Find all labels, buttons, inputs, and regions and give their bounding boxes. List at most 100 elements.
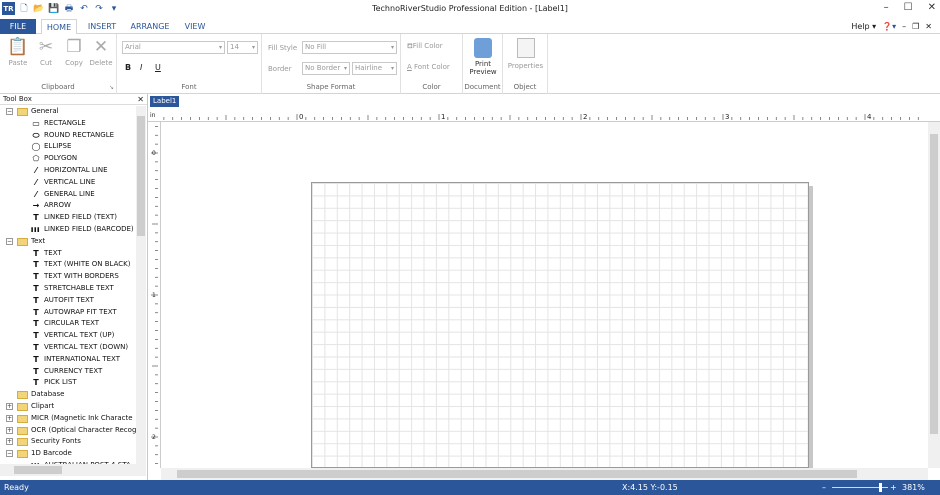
- italic-button[interactable]: I: [140, 63, 142, 72]
- toolbox-vertical-scrollbar[interactable]: [136, 106, 146, 464]
- toolbox-close-icon[interactable]: ✕: [137, 94, 144, 105]
- canvas-vertical-scrollbar[interactable]: [928, 122, 940, 468]
- dialog-launcher-icon[interactable]: ↘: [109, 84, 114, 91]
- tree-item[interactable]: T TEXT: [0, 248, 136, 260]
- collapse-icon[interactable]: −: [6, 450, 13, 458]
- tab-arrange[interactable]: ARRANGE: [126, 19, 174, 34]
- tree-item[interactable]: ⁄ VERTICAL LINE: [0, 177, 136, 189]
- zoom-slider[interactable]: [832, 483, 888, 492]
- properties-button[interactable]: Properties: [505, 38, 546, 70]
- expand-icon[interactable]: +: [6, 414, 13, 422]
- restore-icon[interactable]: ❐: [912, 22, 919, 31]
- tree-folder[interactable]: Database: [0, 389, 136, 401]
- bold-button[interactable]: B: [125, 63, 131, 72]
- collapse-icon[interactable]: −: [6, 237, 13, 245]
- tool-icon: T: [33, 213, 39, 223]
- tree-item[interactable]: T TEXT (WHITE ON BLACK): [0, 259, 136, 271]
- help-menu[interactable]: Help ▾: [851, 22, 876, 31]
- tree-item[interactable]: T LINKED FIELD (TEXT): [0, 212, 136, 224]
- tool-icon: T: [33, 295, 39, 305]
- tree-folder[interactable]: + OCR (Optical Character Recog: [0, 425, 136, 437]
- cut-button[interactable]: ✂ Cut: [33, 37, 59, 67]
- tree-item[interactable]: → ARROW: [0, 200, 136, 212]
- tree-item[interactable]: ◯ ELLIPSE: [0, 141, 136, 153]
- document-tab[interactable]: Label1: [150, 96, 180, 107]
- scroll-thumb[interactable]: [930, 134, 938, 434]
- print-preview-button[interactable]: Print Preview: [465, 38, 501, 76]
- label-paper[interactable]: [311, 182, 809, 468]
- tree-folder[interactable]: − Text: [0, 236, 136, 248]
- fill-style-combo[interactable]: No Fill ▾: [302, 41, 397, 54]
- tree-folder[interactable]: + Clipart: [0, 401, 136, 413]
- expand-icon[interactable]: +: [6, 426, 13, 434]
- maximize-icon[interactable]: ☐: [904, 2, 913, 13]
- zoom-in-icon[interactable]: +: [890, 483, 897, 492]
- canvas-horizontal-scrollbar[interactable]: [161, 468, 928, 480]
- tree-label: Security Fonts: [31, 437, 81, 446]
- scroll-thumb[interactable]: [177, 470, 857, 478]
- scroll-thumb[interactable]: [14, 466, 62, 474]
- font-color-button[interactable]: A Font Color: [407, 63, 450, 71]
- ribbon: 📋 Paste ✂ Cut ❐ Copy ✕ Delete Clipboard …: [0, 34, 940, 94]
- tree-item[interactable]: T AUTOWRAP FIT TEXT: [0, 307, 136, 319]
- tree-label: TEXT WITH BORDERS: [44, 272, 119, 281]
- tree-folder[interactable]: − General: [0, 106, 136, 118]
- tab-view[interactable]: VIEW: [178, 19, 212, 34]
- border-combo[interactable]: No Border ▾: [302, 62, 350, 75]
- tree-item[interactable]: ⁄ HORIZONTAL LINE: [0, 165, 136, 177]
- ribbon-minimize-icon[interactable]: –: [902, 22, 906, 31]
- close-icon[interactable]: ✕: [928, 2, 936, 13]
- tree-label: VERTICAL TEXT (UP): [44, 331, 115, 340]
- delete-button[interactable]: ✕ Delete: [88, 37, 114, 67]
- underline-button[interactable]: U: [155, 63, 161, 72]
- expand-icon[interactable]: +: [6, 438, 13, 446]
- tree-item[interactable]: T VERTICAL TEXT (DOWN): [0, 342, 136, 354]
- tree-item[interactable]: T VERTICAL TEXT (UP): [0, 330, 136, 342]
- expand-icon[interactable]: +: [6, 402, 13, 410]
- tool-icon: ⁄: [35, 165, 37, 175]
- tree-item[interactable]: T AUTOFIT TEXT: [0, 295, 136, 307]
- tree-item[interactable]: ⁄ GENERAL LINE: [0, 189, 136, 201]
- cursor-coordinates: X:4.15 Y:-0.15: [622, 483, 678, 492]
- tree-folder[interactable]: + MICR (Magnetic Ink Characte: [0, 413, 136, 425]
- tree-item[interactable]: T STRETCHABLE TEXT: [0, 283, 136, 295]
- tree-item[interactable]: T CURRENCY TEXT: [0, 366, 136, 378]
- paste-button[interactable]: 📋 Paste: [5, 37, 31, 67]
- design-canvas[interactable]: [161, 122, 928, 468]
- tree-item[interactable]: T CIRCULAR TEXT: [0, 318, 136, 330]
- tool-icon: ◯: [31, 142, 41, 152]
- tree-item[interactable]: T PICK LIST: [0, 377, 136, 389]
- toolbox-header: Tool Box ✕: [0, 94, 147, 105]
- tab-insert[interactable]: INSERT: [82, 19, 122, 34]
- tree-item[interactable]: ▌▌▌ LINKED FIELD (BARCODE): [0, 224, 136, 236]
- tab-home[interactable]: HOME: [41, 19, 77, 35]
- tree-item[interactable]: T INTERNATIONAL TEXT: [0, 354, 136, 366]
- tree-item[interactable]: ▭ RECTANGLE: [0, 118, 136, 130]
- delete-x-icon: ✕: [93, 37, 109, 57]
- tree-item[interactable]: ⬭ ROUND RECTANGLE: [0, 130, 136, 142]
- collapse-icon[interactable]: −: [6, 108, 13, 115]
- tab-file[interactable]: FILE: [0, 19, 36, 34]
- copy-button[interactable]: ❐ Copy: [61, 37, 87, 67]
- border-label: Border: [268, 65, 292, 73]
- folder-icon: [17, 414, 28, 423]
- scroll-thumb[interactable]: [137, 116, 145, 236]
- help-icon[interactable]: ❓▾: [882, 22, 896, 31]
- tree-item[interactable]: T TEXT WITH BORDERS: [0, 271, 136, 283]
- font-size-combo[interactable]: 14 ▾: [227, 41, 258, 54]
- zoom-slider-thumb[interactable]: [879, 483, 882, 492]
- font-family-combo[interactable]: Arial ▾: [122, 41, 225, 54]
- doc-close-icon[interactable]: ✕: [925, 22, 932, 31]
- tool-icon: T: [33, 283, 39, 293]
- ruler-label: 2: [152, 434, 156, 441]
- tree-folder[interactable]: + Security Fonts: [0, 436, 136, 448]
- folder-icon: [17, 402, 28, 411]
- tree-item[interactable]: ⬠ POLYGON: [0, 153, 136, 165]
- zoom-out-icon[interactable]: –: [822, 483, 826, 492]
- tree-folder[interactable]: − 1D Barcode: [0, 448, 136, 460]
- minimize-icon[interactable]: –: [884, 2, 889, 13]
- line-weight-combo[interactable]: Hairline ▾: [352, 62, 397, 75]
- tree-label: Text: [31, 236, 46, 245]
- toolbox-horizontal-scrollbar[interactable]: [0, 464, 146, 476]
- fill-color-button[interactable]: ⛾Fill Color: [407, 42, 443, 51]
